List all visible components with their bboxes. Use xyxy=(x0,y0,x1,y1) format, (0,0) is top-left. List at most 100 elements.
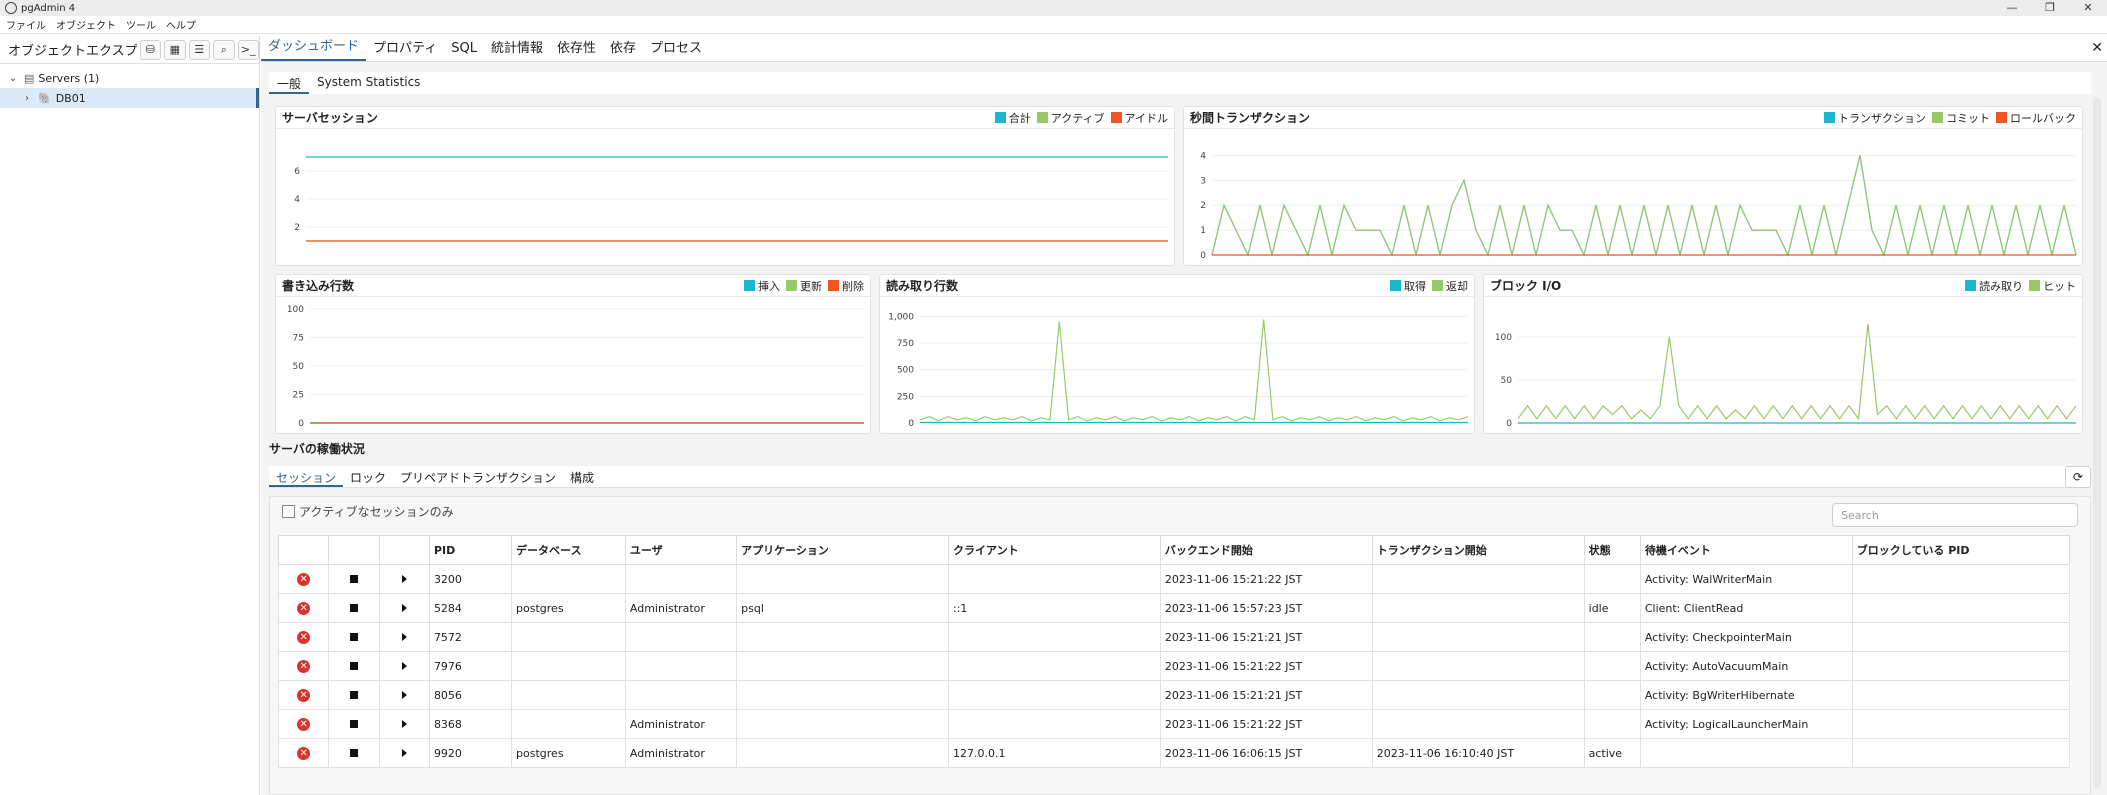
tab-sessions[interactable]: セッション xyxy=(269,466,344,487)
panel-title: 読み取り行数 xyxy=(886,279,959,293)
cancel-query-icon[interactable] xyxy=(349,691,358,699)
column-header[interactable]: ブロックしている PID xyxy=(1851,535,2071,565)
tab-locks[interactable]: ロック xyxy=(343,466,393,487)
legend-item[interactable]: アイドル xyxy=(1110,110,1168,126)
column-header[interactable]: アプリケーション xyxy=(736,535,950,565)
subtab-system-statistics[interactable]: System Statistics xyxy=(309,72,428,94)
table-cell xyxy=(736,564,950,594)
expand-details-icon[interactable] xyxy=(401,575,407,583)
cancel-query-icon[interactable] xyxy=(349,662,358,670)
subtab-general[interactable]: 一般 xyxy=(269,72,310,94)
table-row[interactable]: ✕ 5284 postgres Administrator psql::1 2023-11… xyxy=(277,593,2071,623)
terminal-icon[interactable]: >_ xyxy=(237,39,260,60)
column-header[interactable]: PID xyxy=(428,535,513,565)
tab-sql[interactable]: SQL xyxy=(444,41,484,61)
active-sessions-filter[interactable]: アクティブなセッションのみ xyxy=(282,503,454,520)
tab-prepared-transactions[interactable]: プリペアドトランザクション xyxy=(393,466,563,487)
column-header[interactable] xyxy=(378,535,430,565)
tab-processes[interactable]: プロセス xyxy=(643,37,709,61)
table-icon[interactable]: ▦ xyxy=(164,39,186,60)
column-header[interactable]: トランザクション開始 xyxy=(1371,535,1585,565)
minimize-button[interactable]: — xyxy=(1993,0,2031,16)
table-row[interactable]: ✕ 3200 2023-11-06 15:21:22 JST Activity: Wa… xyxy=(277,564,2071,594)
legend-item[interactable]: 返却 xyxy=(1432,278,1468,294)
tree-node-servers[interactable]: ⌄ ▤ Servers (1) xyxy=(0,68,259,88)
tab-configuration[interactable]: 構成 xyxy=(563,466,601,487)
legend-item[interactable]: 合計 xyxy=(994,110,1031,126)
terminate-session-icon[interactable]: ✕ xyxy=(297,572,311,586)
vertical-scrollbar[interactable] xyxy=(2093,98,2101,788)
chevron-right-icon[interactable]: › xyxy=(20,93,34,104)
cancel-query-icon[interactable] xyxy=(349,749,358,757)
expand-details-icon[interactable] xyxy=(401,604,407,612)
tab-statistics[interactable]: 統計情報 xyxy=(484,37,550,61)
query-tool-icon[interactable]: ⛁ xyxy=(139,39,162,60)
cancel-query-icon[interactable] xyxy=(349,575,358,583)
menu-object[interactable]: オブジェクト xyxy=(56,17,116,32)
legend-item[interactable]: 更新 xyxy=(786,278,822,294)
table-cell: active xyxy=(1583,738,1641,768)
expand-details-icon[interactable] xyxy=(401,691,407,699)
legend-item[interactable]: 取得 xyxy=(1390,278,1426,294)
cancel-query-icon[interactable] xyxy=(349,720,358,728)
table-row[interactable]: ✕ 9920 postgres Administrator 127.0.0.1 2023-… xyxy=(277,738,2071,768)
column-header[interactable]: クライアント xyxy=(948,535,1161,565)
tab-dependencies[interactable]: 依存性 xyxy=(550,37,603,61)
menu-help[interactable]: ヘルプ xyxy=(166,17,196,32)
table-cell: 8368 xyxy=(428,709,513,739)
terminate-session-icon[interactable]: ✕ xyxy=(297,630,311,644)
terminate-session-icon[interactable]: ✕ xyxy=(297,717,311,731)
tab-dependents[interactable]: 依存 xyxy=(603,37,643,61)
column-header[interactable] xyxy=(328,535,380,565)
column-header[interactable]: 待機イベント xyxy=(1639,535,1853,565)
terminate-session-icon[interactable]: ✕ xyxy=(297,601,311,615)
column-header[interactable]: データベース xyxy=(511,535,626,565)
terminate-session-icon[interactable]: ✕ xyxy=(297,688,311,702)
restore-button[interactable]: ❐ xyxy=(2031,0,2069,16)
cancel-query-icon[interactable] xyxy=(349,604,358,612)
legend-item[interactable]: コミット xyxy=(1932,110,1990,126)
expand-details-icon[interactable] xyxy=(401,633,407,641)
legend-item[interactable]: ヒット xyxy=(2029,278,2076,294)
table-cell: 7976 xyxy=(428,651,513,681)
menu-tools[interactable]: ツール xyxy=(126,17,156,32)
object-explorer-header: オブジェクトエクスプロ ⛁ ▦ ☰ ⌕ >_ xyxy=(0,36,260,64)
legend-item[interactable]: トランザクション xyxy=(1824,110,1926,126)
close-window-button[interactable]: ✕ xyxy=(2069,0,2107,16)
expand-details-icon[interactable] xyxy=(401,662,407,670)
terminate-session-icon[interactable]: ✕ xyxy=(297,659,311,673)
legend-item[interactable]: 読み取り xyxy=(1965,278,2023,294)
activity-body: アクティブなセッションのみ Search PID データベース ユーザ アプリケーショ… xyxy=(269,496,2091,795)
expand-details-icon[interactable] xyxy=(401,749,407,757)
column-header[interactable] xyxy=(277,535,330,565)
legend-item[interactable]: 挿入 xyxy=(744,278,780,294)
refresh-button[interactable]: ⟳ xyxy=(2065,466,2091,488)
tab-dashboard[interactable]: ダッシュボード xyxy=(261,35,367,61)
terminate-session-icon[interactable]: ✕ xyxy=(297,746,311,760)
tree-node-db01[interactable]: › 🐘 DB01 xyxy=(0,88,259,108)
legend-item[interactable]: ロールバック xyxy=(1996,110,2076,126)
menu-file[interactable]: ファイル xyxy=(6,17,46,32)
search-icon[interactable]: ⌕ xyxy=(213,39,235,60)
chevron-down-icon[interactable]: ⌄ xyxy=(6,73,20,84)
column-header[interactable]: ユーザ xyxy=(624,535,738,565)
active-only-checkbox[interactable] xyxy=(282,505,295,518)
column-header[interactable]: バックエンド開始 xyxy=(1159,535,1373,565)
main-tabs: ダッシュボード プロパティ SQL 統計情報 依存性 依存 プロセス ✕ xyxy=(261,36,2107,62)
table-row[interactable]: ✕ 8368 Administrator 2023-11-06 15:21:22 JS… xyxy=(277,709,2071,739)
table-row[interactable]: ✕ 7572 2023-11-06 15:21:21 JST Activity: Ch… xyxy=(277,622,2071,652)
tab-properties[interactable]: プロパティ xyxy=(366,37,444,61)
cancel-query-icon[interactable] xyxy=(349,633,358,641)
legend-item[interactable]: アクティブ xyxy=(1036,110,1105,126)
column-header[interactable]: 状態 xyxy=(1583,535,1641,565)
table-row[interactable]: ✕ 8056 2023-11-06 15:21:21 JST Activity: Bg… xyxy=(277,680,2071,710)
refresh-icon: ⟳ xyxy=(2072,470,2084,484)
table-cell xyxy=(511,680,626,710)
search-input[interactable]: Search xyxy=(1832,503,2078,527)
table-row[interactable]: ✕ 7976 2023-11-06 15:21:22 JST Activity: Au… xyxy=(277,651,2071,681)
tuples-out-panel: 読み取り行数 取得 返却 0 250 500 750 1,000 xyxy=(879,274,1475,434)
close-icon[interactable]: ✕ xyxy=(2091,40,2103,56)
legend-item[interactable]: 削除 xyxy=(828,278,864,294)
expand-details-icon[interactable] xyxy=(401,720,407,728)
filter-icon[interactable]: ☰ xyxy=(188,39,211,60)
